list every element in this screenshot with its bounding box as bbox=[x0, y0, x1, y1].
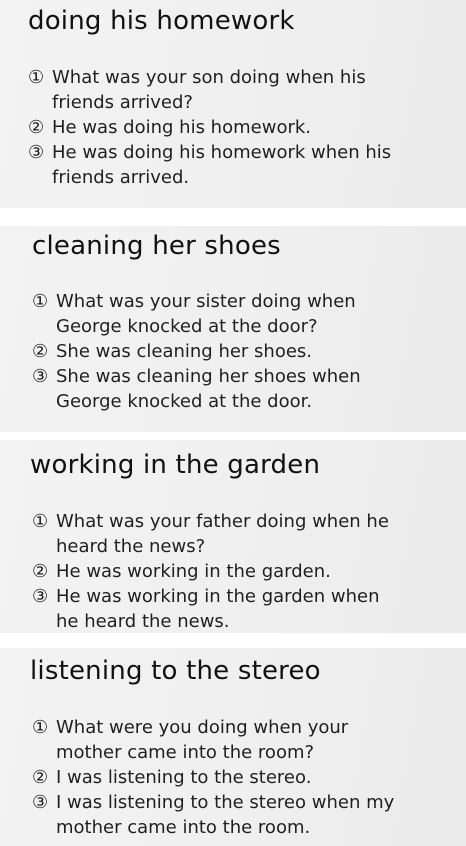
item-text: mother came into the room? bbox=[56, 742, 315, 763]
list-item: ① What was your sister doing when bbox=[32, 289, 361, 314]
item-text: What was your father doing when he bbox=[56, 511, 389, 532]
item-text: I was listening to the stereo. bbox=[56, 767, 312, 788]
item-text: mother came into the room. bbox=[56, 817, 311, 838]
card-title: cleaning her shoes bbox=[32, 231, 281, 261]
sentence-list: ① What were you doing when your mother c… bbox=[32, 715, 394, 840]
item-number: ③ bbox=[32, 586, 49, 607]
card-cleaning-her-shoes: cleaning her shoes ① What was your siste… bbox=[0, 226, 466, 432]
item-number: ① bbox=[28, 67, 45, 88]
item-number: ③ bbox=[32, 366, 49, 387]
list-item: ② He was doing his homework. bbox=[28, 115, 391, 140]
item-text: he heard the news. bbox=[56, 611, 230, 632]
item-number: ② bbox=[32, 341, 49, 362]
list-item: ③ She was cleaning her shoes when bbox=[32, 364, 361, 389]
list-item: heard the news? bbox=[32, 534, 389, 559]
list-item: mother came into the room. bbox=[32, 815, 394, 840]
list-item: ③ He was doing his homework when his bbox=[28, 140, 391, 165]
list-item: ① What was your father doing when he bbox=[32, 509, 389, 534]
item-text: friends arrived? bbox=[52, 92, 193, 113]
item-text: She was cleaning her shoes when bbox=[56, 366, 361, 387]
card-title: listening to the stereo bbox=[30, 656, 321, 686]
item-number: ① bbox=[32, 511, 49, 532]
item-text: She was cleaning her shoes. bbox=[56, 341, 313, 362]
item-text: He was doing his homework. bbox=[52, 117, 311, 138]
card-title: doing his homework bbox=[28, 6, 295, 36]
item-number: ① bbox=[32, 291, 49, 312]
item-text: He was working in the garden. bbox=[56, 561, 331, 582]
list-item: ① What were you doing when your bbox=[32, 715, 394, 740]
sentence-list: ① What was your father doing when he hea… bbox=[32, 509, 389, 634]
item-number: ① bbox=[32, 717, 49, 738]
item-number: ② bbox=[28, 117, 45, 138]
list-item: George knocked at the door? bbox=[32, 314, 361, 339]
item-text: What were you doing when your bbox=[56, 717, 349, 738]
list-item: mother came into the room? bbox=[32, 740, 394, 765]
item-text: He was doing his homework when his bbox=[52, 142, 392, 163]
sentence-list: ① What was your son doing when his frien… bbox=[28, 65, 391, 190]
item-number: ③ bbox=[28, 142, 45, 163]
card-working-in-the-garden: working in the garden ① What was your fa… bbox=[0, 440, 466, 633]
item-text: friends arrived. bbox=[52, 167, 190, 188]
list-item: ③ I was listening to the stereo when my bbox=[32, 790, 394, 815]
item-text: George knocked at the door. bbox=[56, 391, 313, 412]
item-text: I was listening to the stereo when my bbox=[56, 792, 395, 813]
list-item: he heard the news. bbox=[32, 609, 389, 634]
list-item: ③ He was working in the garden when bbox=[32, 584, 389, 609]
item-text: He was working in the garden when bbox=[56, 586, 380, 607]
list-item: ② She was cleaning her shoes. bbox=[32, 339, 361, 364]
list-item: ② He was working in the garden. bbox=[32, 559, 389, 584]
list-item: friends arrived. bbox=[28, 165, 391, 190]
item-text: What was your son doing when his bbox=[52, 67, 366, 88]
item-text: George knocked at the door? bbox=[56, 316, 318, 337]
item-text: heard the news? bbox=[56, 536, 206, 557]
card-listening-to-the-stereo: listening to the stereo ① What were you … bbox=[0, 648, 466, 846]
card-doing-his-homework: doing his homework ① What was your son d… bbox=[0, 0, 466, 208]
list-item: George knocked at the door. bbox=[32, 389, 361, 414]
sentence-list: ① What was your sister doing when George… bbox=[32, 289, 361, 414]
item-number: ② bbox=[32, 767, 49, 788]
list-item: ① What was your son doing when his bbox=[28, 65, 391, 90]
item-number: ③ bbox=[32, 792, 49, 813]
list-item: friends arrived? bbox=[28, 90, 391, 115]
item-number: ② bbox=[32, 561, 49, 582]
list-item: ② I was listening to the stereo. bbox=[32, 765, 394, 790]
item-text: What was your sister doing when bbox=[56, 291, 356, 312]
card-title: working in the garden bbox=[30, 450, 321, 480]
